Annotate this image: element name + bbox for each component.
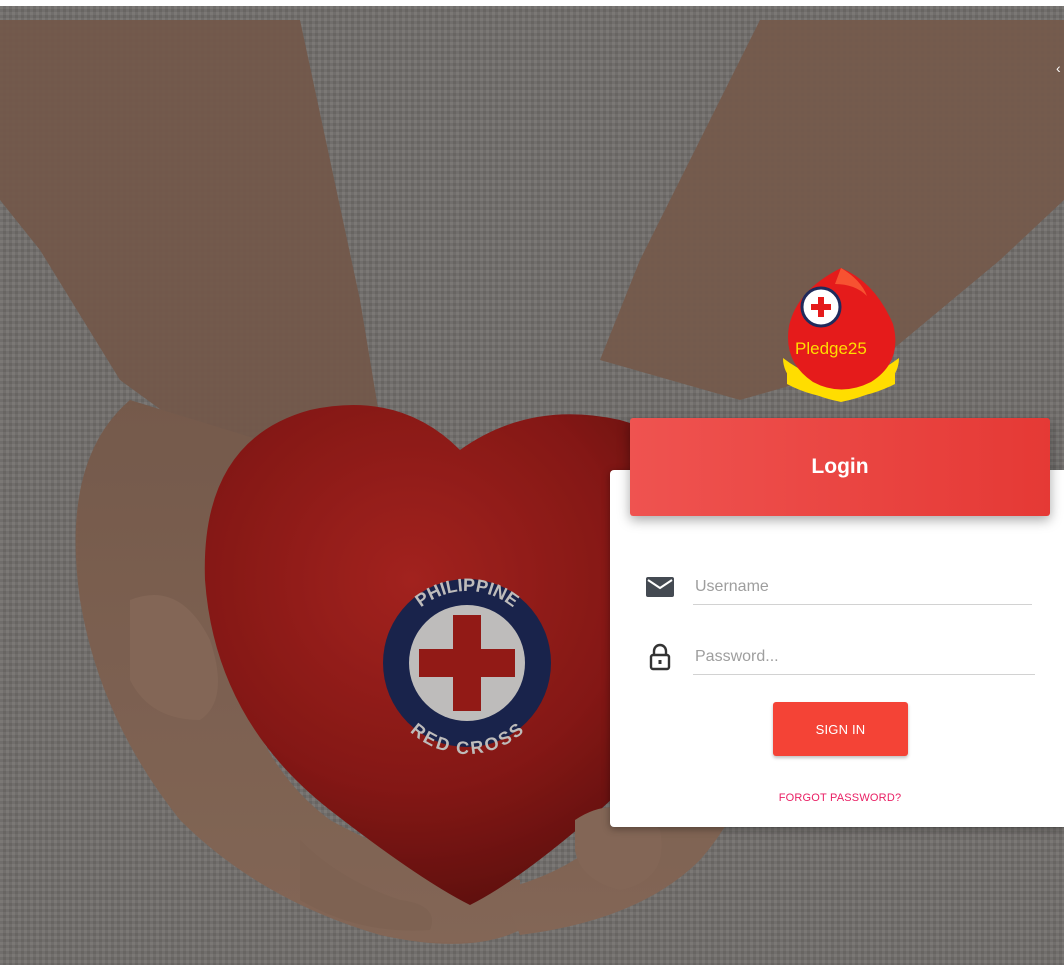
envelope-icon [645,572,675,602]
username-input[interactable] [693,570,1032,605]
lock-icon [645,642,675,672]
pledge25-logo: Pledge25 [783,268,899,402]
top-strip [0,0,1064,6]
login-title: Login [811,455,869,478]
edge-chevron-icon: ‹ [1056,60,1061,76]
forgot-password-link[interactable]: FORGOT PASSWORD? [740,792,940,804]
login-card-header: Login [630,418,1050,516]
login-page: PHILIPPINE RED CROSS ‹ Pledge25 Login Us… [0,0,1064,965]
password-input[interactable] [693,640,1035,675]
pledge25-logo-text: Pledge25 [795,339,867,358]
sign-in-button[interactable]: SIGN IN [773,702,908,756]
